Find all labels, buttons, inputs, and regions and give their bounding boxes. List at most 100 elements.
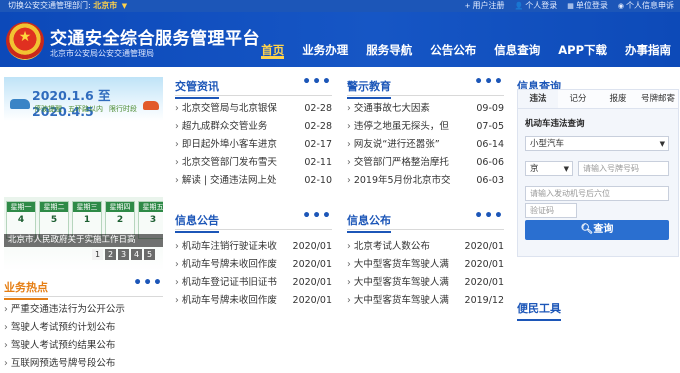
query-submit-button[interactable]: 🔍︎查询 [525, 220, 669, 240]
news-carousel[interactable]: 星期一 4 星期二 5 星期三 1 星期四 2 星期五 3 北京市人民政府关于实施工作日高… [4, 197, 163, 271]
register-link[interactable]: + 用户注册 [465, 0, 505, 12]
list-item[interactable]: 大中型客货车驾驶人满 2020/01 [347, 274, 504, 292]
query-tabs: 违法 记分 报废 号牌邮寄 [518, 90, 678, 109]
list-item[interactable]: 互联网预选号牌号段公布 [4, 355, 163, 373]
info-notice-header: 信息公告 ••• [175, 208, 332, 233]
department-switch[interactable]: 切换公安交通管理部门: 北京市 ▼ [8, 0, 127, 12]
list-item-text: 驾驶人考试预约结果公布 [4, 337, 116, 355]
calendar-day-number: 2 [116, 215, 124, 225]
list-item-text: 解读 | 交通违法网上处 [175, 172, 293, 190]
calendar-day-label: 星期二 [40, 202, 68, 212]
list-item-text: 互联网预选号牌号段公布 [4, 355, 116, 373]
carousel-page-button[interactable]: 3 [118, 249, 129, 260]
tools-title: 便民工具 [517, 302, 561, 321]
news-more-button[interactable]: ••• [302, 74, 332, 90]
list-item[interactable]: 驾驶人考试预约计划公布 [4, 319, 163, 337]
police-emblem-icon [6, 22, 44, 60]
restriction-banner[interactable]: 2020.1.6 至 2020.4.5 停驶提醒 五环路以内 限行时段 [4, 77, 163, 121]
carousel-pager: 1 2 3 4 5 [92, 249, 155, 260]
nav-service-guide[interactable]: 服务导航 [357, 12, 421, 67]
list-item[interactable]: 即日起外埠小客车进京 02-17 [175, 136, 332, 154]
list-item[interactable]: 机动车号牌未收回作废 2020/01 [175, 256, 332, 274]
car-icon [143, 101, 159, 110]
hot-topics-header: 业务热点 ••• [4, 275, 163, 300]
list-item-text: 机动车登记证书旧证书 [175, 274, 285, 292]
tab-points[interactable]: 记分 [558, 90, 598, 108]
list-item-text: 交管部门严格整治摩托 [347, 154, 465, 172]
nav-home[interactable]: 首页 [252, 12, 293, 67]
site-header: 交通安全综合服务管理平台 北京市公安局公安交通管理局 首页 业务办理 服务导航 … [0, 12, 680, 67]
info-notice-list: 机动车注销行驶证未收 2020/01 机动车号牌未收回作废 2020/01 机动车登… [175, 238, 332, 310]
banner-hints: 停驶提醒 五环路以内 限行时段 [34, 104, 137, 114]
user-plus-icon: + [464, 2, 471, 10]
list-item[interactable]: 大中型客货车驾驶人满 2019/12 [347, 292, 504, 310]
province-value: 京 [530, 164, 539, 174]
info-notice-more-button[interactable]: ••• [302, 208, 332, 224]
list-item-date: 2020/01 [292, 259, 332, 270]
news-title: 交管资讯 [175, 80, 219, 99]
calendar-day-label: 星期三 [73, 202, 101, 212]
list-item[interactable]: 北京交管部门发布雪天 02-11 [175, 154, 332, 172]
list-item-text: 机动车注销行驶证未收 [175, 238, 285, 256]
engine-number-input[interactable]: 请输入发动机号后六位 [525, 186, 669, 201]
list-item[interactable]: 严重交通违法行为公开公示 [4, 301, 163, 319]
list-item[interactable]: 北京交管局与北京银保 02-28 [175, 100, 332, 118]
carousel-page-button[interactable]: 2 [105, 249, 116, 260]
vehicle-type-select[interactable]: 小型汽车 ▼ [525, 136, 669, 151]
province-select[interactable]: 京 ▼ [525, 161, 573, 176]
personal-login-label: 个人登录 [525, 1, 558, 10]
unit-login-link[interactable]: ▦ 单位登录 [567, 0, 608, 12]
banner-hint: 停驶提醒 [34, 105, 62, 113]
captcha-input[interactable]: 验证码 [525, 203, 577, 218]
list-item-date: 07-05 [476, 121, 504, 132]
personal-login-link[interactable]: 👤 个人登录 [515, 0, 558, 12]
list-item-text: 2019年5月份北京市交 [347, 172, 465, 190]
tools-header: 便民工具 [517, 299, 677, 321]
carousel-page-button[interactable]: 4 [131, 249, 142, 260]
list-item-text: 机动车号牌未收回作废 [175, 292, 285, 310]
list-item[interactable]: 超九成群众交管业务 02-28 [175, 118, 332, 136]
nav-notices[interactable]: 公告公布 [421, 12, 485, 67]
list-item[interactable]: 机动车号牌未收回作废 2020/01 [175, 292, 332, 310]
list-item[interactable]: 北京考试人数公布 2020/01 [347, 238, 504, 256]
register-label: 用户注册 [472, 1, 505, 10]
list-item-text: 北京交管部门发布雪天 [175, 154, 293, 172]
list-item[interactable]: 违停之地虽无探头，但 07-05 [347, 118, 504, 136]
list-item-text: 北京交管局与北京银保 [175, 100, 293, 118]
list-item[interactable]: 机动车登记证书旧证书 2020/01 [175, 274, 332, 292]
tab-plate-mail[interactable]: 号牌邮寄 [638, 90, 678, 108]
news-header: 交管资讯 ••• [175, 74, 332, 99]
appeal-link[interactable]: ◉ 个人信息申诉 [618, 0, 674, 12]
nav-guide[interactable]: 办事指南 [616, 12, 680, 67]
list-item[interactable]: 驾驶人考试预约结果公布 [4, 337, 163, 355]
violation-query-panel: 违法 记分 报废 号牌邮寄 机动车违法查询 小型汽车 ▼ 京 ▼ 请输入号牌号码… [517, 89, 679, 257]
list-item[interactable]: 大中型客货车驾驶人满 2020/01 [347, 256, 504, 274]
nav-business[interactable]: 业务办理 [293, 12, 357, 67]
list-item-date: 06-14 [476, 139, 504, 150]
warning-education-header: 警示教育 ••• [347, 74, 504, 99]
tab-scrap[interactable]: 报废 [598, 90, 638, 108]
list-item[interactable]: 交通事故七大因素 09-09 [347, 100, 504, 118]
tab-violation[interactable]: 违法 [518, 90, 558, 108]
list-item[interactable]: 解读 | 交通违法网上处 02-10 [175, 172, 332, 190]
current-city[interactable]: 北京市 [93, 1, 117, 10]
list-item[interactable]: 机动车注销行驶证未收 2020/01 [175, 238, 332, 256]
nav-app-download[interactable]: APP下载 [549, 12, 616, 67]
chevron-down-icon[interactable]: ▼ [122, 2, 127, 10]
nav-info-query[interactable]: 信息查询 [485, 12, 549, 67]
carousel-page-button[interactable]: 5 [144, 249, 155, 260]
list-item-date: 2020/01 [464, 277, 504, 288]
carousel-caption[interactable]: 北京市人民政府关于实施工作日高 [4, 234, 163, 247]
info-publish-more-button[interactable]: ••• [474, 208, 504, 224]
site-title: 交通安全综合服务管理平台 [50, 29, 260, 49]
list-item[interactable]: 2019年5月份北京市交 06-03 [347, 172, 504, 190]
hot-topics-more-button[interactable]: ••• [133, 275, 163, 291]
warning-education-more-button[interactable]: ••• [474, 74, 504, 90]
carousel-page-button[interactable]: 1 [92, 249, 103, 260]
list-item[interactable]: 交管部门严格整治摩托 06-06 [347, 154, 504, 172]
list-item-text: 即日起外埠小客车进京 [175, 136, 293, 154]
list-item[interactable]: 网友说“进行还嚣张” 06-14 [347, 136, 504, 154]
list-item-text: 大中型客货车驾驶人满 [347, 292, 457, 310]
plate-number-input[interactable]: 请输入号牌号码 [578, 161, 669, 176]
query-submit-label: 查询 [593, 224, 614, 235]
